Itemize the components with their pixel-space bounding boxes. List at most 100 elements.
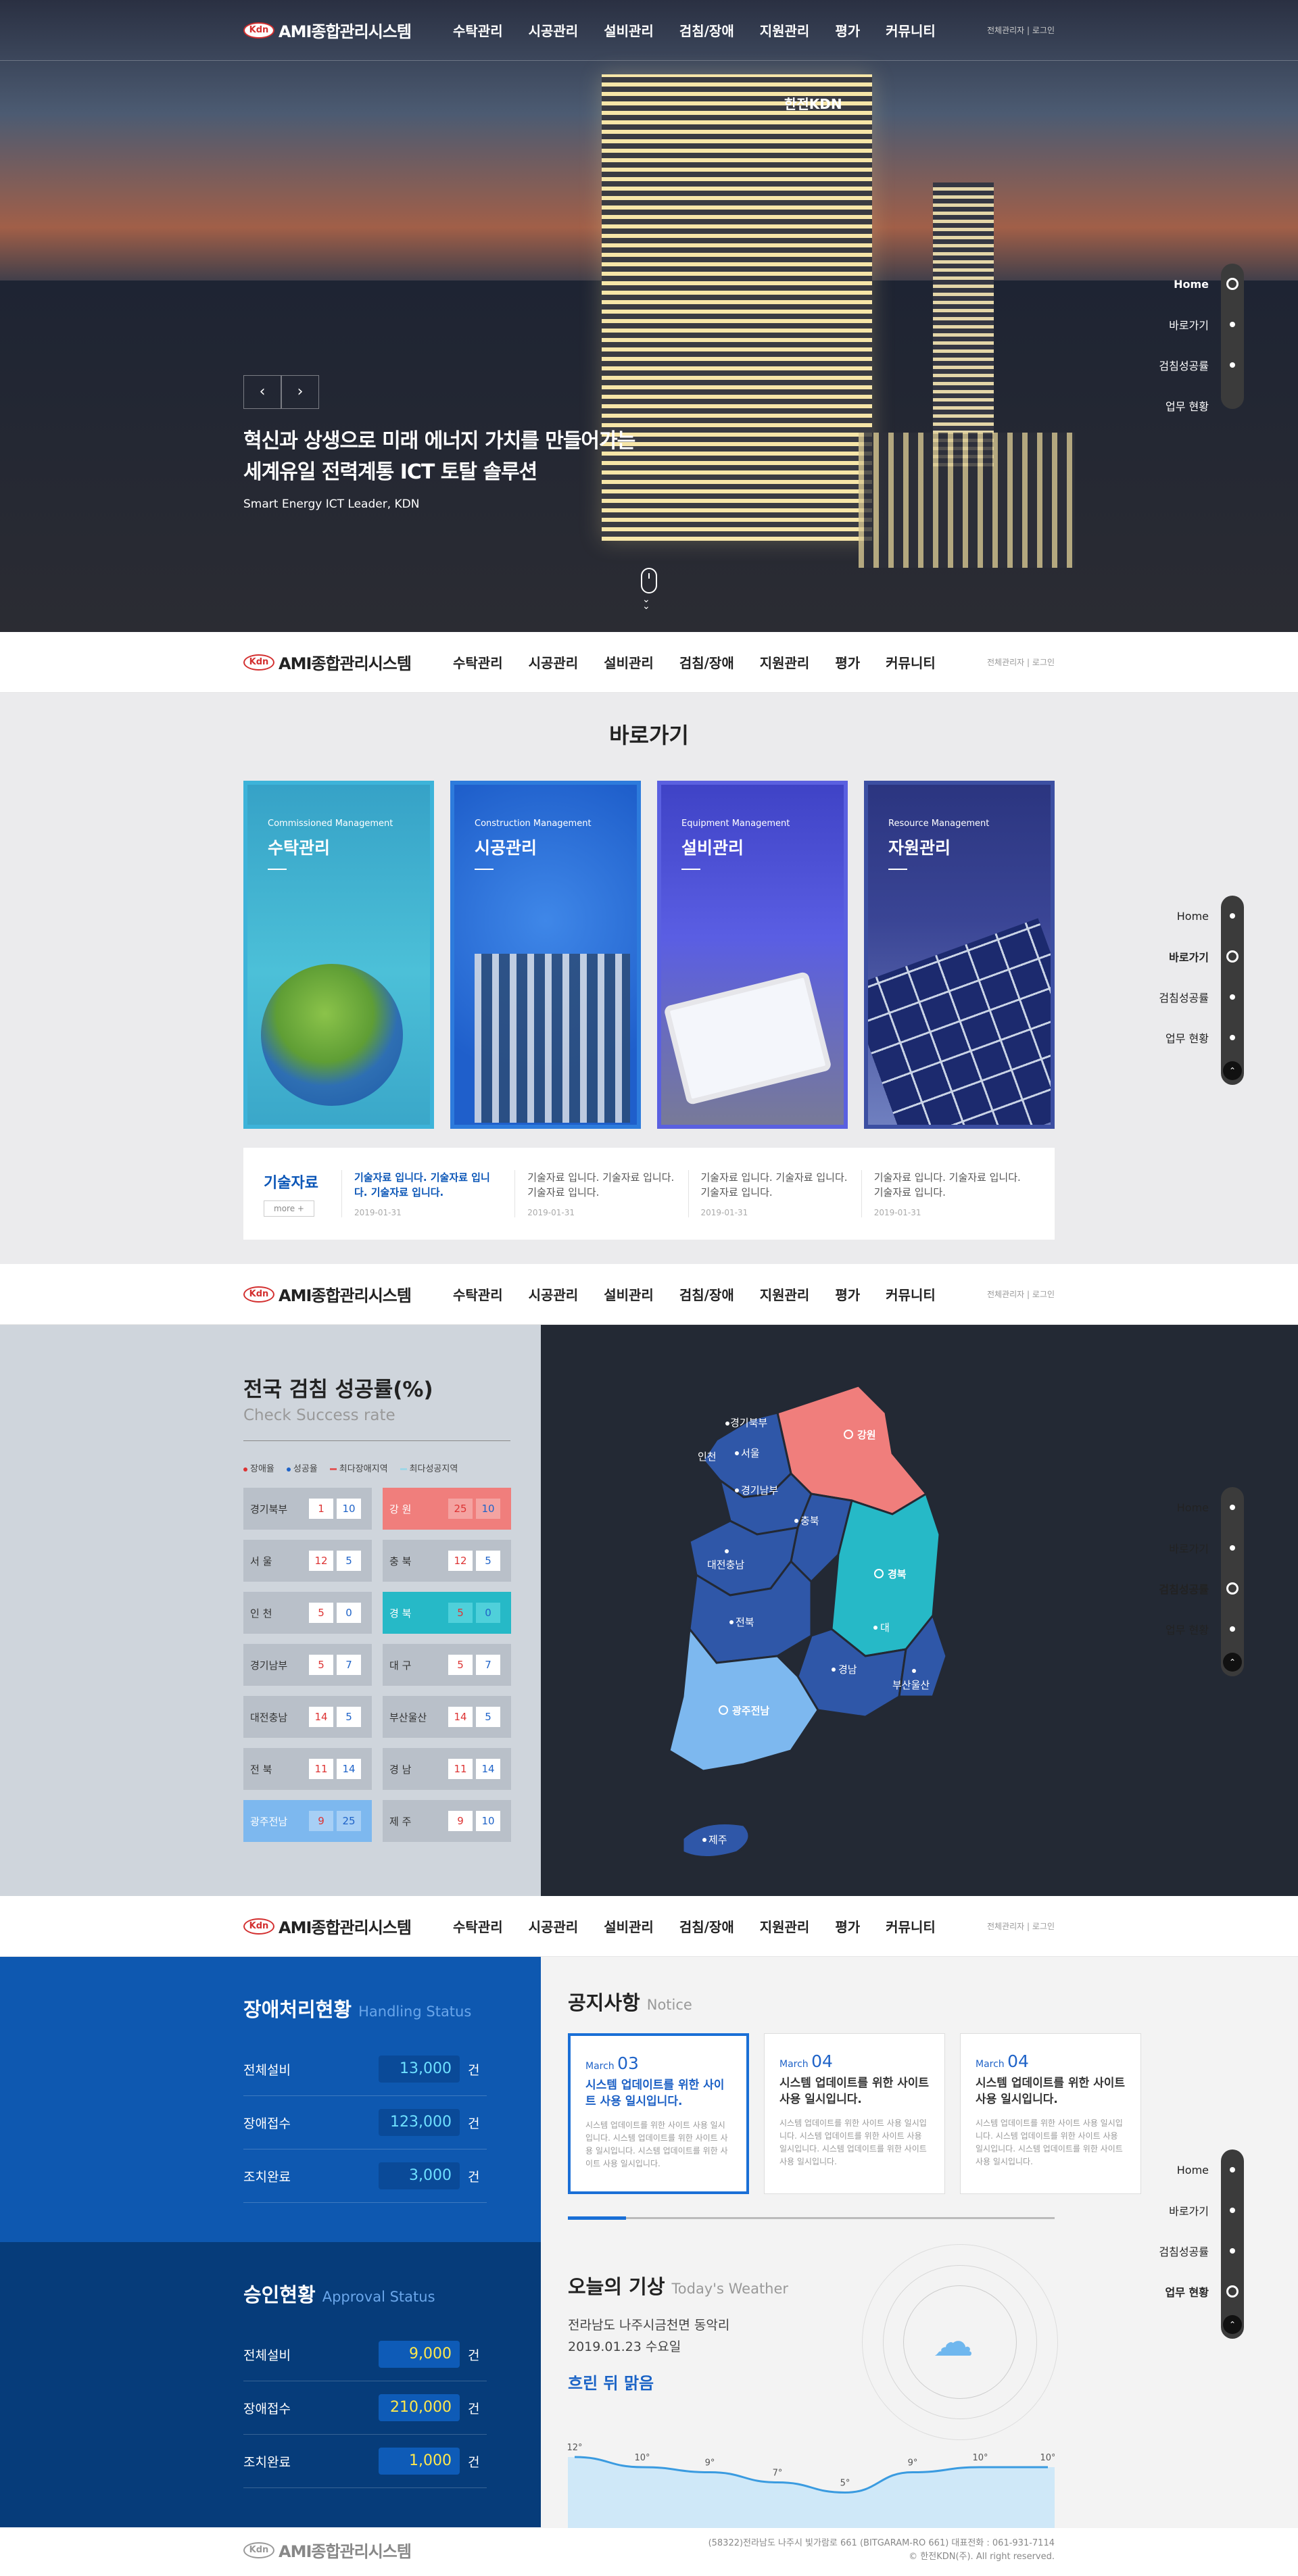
check-subtitle: Check Success rate xyxy=(243,1407,395,1424)
side-nav-dot[interactable] xyxy=(1230,2248,1235,2254)
scroll-mouse-icon[interactable] xyxy=(641,568,657,593)
side-nav-dot[interactable] xyxy=(1230,2167,1235,2172)
notice-card[interactable]: March 03 시스템 업데이트를 위한 사이트 사용 일시입니다. 시스템 … xyxy=(568,2033,749,2194)
util-links[interactable]: 전체관리자 | 로그인 xyxy=(987,1920,1055,1932)
notice-card[interactable]: March 04 시스템 업데이트를 위한 사이트 사용 일시입니다. 시스템 … xyxy=(764,2033,945,2194)
notice-card-body: 시스템 업데이트를 위한 사이트 사용 일시입니다. 시스템 업데이트를 위한 … xyxy=(976,2118,1123,2166)
tech-doc-item[interactable]: 기술자료 입니다. 기술자료 입니다. 기술자료 입니다. 2019-01-31 xyxy=(861,1170,1034,1217)
menu-item-community[interactable]: 커뮤니티 xyxy=(886,20,936,40)
logo[interactable]: Kdn AMI종합관리시스템 xyxy=(243,650,453,674)
more-button[interactable]: more + xyxy=(264,1200,314,1217)
menu-item-commission[interactable]: 수탁관리 xyxy=(453,1284,503,1304)
side-nav-dot-active[interactable] xyxy=(1226,1582,1239,1595)
side-nav-dot-active[interactable] xyxy=(1226,950,1239,963)
region-cell[interactable]: 경기남부 5 7 xyxy=(243,1644,372,1686)
region-cell[interactable]: 강 원 25 10 xyxy=(383,1488,511,1530)
tech-docs-list: 기술자료 입니다. 기술자료 입니다. 기술자료 입니다. 2019-01-31… xyxy=(341,1170,1034,1217)
prev-slide-button[interactable]: ‹ xyxy=(243,375,281,409)
tech-doc-item[interactable]: 기술자료 입니다. 기술자료 입니다. 기술자료 입니다. 2019-01-31 xyxy=(514,1170,688,1217)
success-rate: 7 xyxy=(337,1655,361,1675)
failure-rate: 5 xyxy=(448,1655,473,1675)
notice-title-en: Notice xyxy=(646,1997,692,2013)
menu-item-metering[interactable]: 검침/장애 xyxy=(679,20,734,40)
menu-item-metering[interactable]: 검침/장애 xyxy=(679,1916,734,1936)
logo[interactable]: Kdn AMI종합관리시스템 xyxy=(243,1914,453,1938)
menu-item-commission[interactable]: 수탁관리 xyxy=(453,20,503,40)
main-menu: 수탁관리 시공관리 설비관리 검침/장애 지원관리 평가 커뮤니티 xyxy=(453,20,987,40)
tech-doc-item[interactable]: 기술자료 입니다. 기술자료 입니다. 기술자료 입니다. 2019-01-31 xyxy=(688,1170,861,1217)
region-cell[interactable]: 제 주 9 10 xyxy=(383,1800,511,1842)
menu-item-community[interactable]: 커뮤니티 xyxy=(886,652,936,672)
region-cell[interactable]: 서 울 12 5 xyxy=(243,1540,372,1582)
region-cell[interactable]: 경 북 50 xyxy=(383,1592,511,1634)
side-nav-dot[interactable] xyxy=(1230,322,1235,327)
menu-item-equipment[interactable]: 설비관리 xyxy=(604,1916,654,1936)
success-rate: 5 xyxy=(337,1707,361,1727)
menu-item-evaluation[interactable]: 평가 xyxy=(835,652,860,672)
title-divider xyxy=(243,1440,510,1441)
side-nav-dot-active[interactable] xyxy=(1226,278,1239,290)
quick-card-resource[interactable]: Resource Management 자원관리 xyxy=(864,781,1055,1129)
map-label-gyeonggi-north: 경기북부 xyxy=(730,1417,767,1429)
menu-item-construction[interactable]: 시공관리 xyxy=(529,652,579,672)
region-cell[interactable]: 전 북 11 14 xyxy=(243,1748,372,1790)
menu-item-support[interactable]: 지원관리 xyxy=(760,1916,810,1936)
region-cell[interactable]: 부산울산 14 5 xyxy=(383,1696,511,1738)
util-links[interactable]: 전체관리자 | 로그인 xyxy=(987,24,1055,36)
menu-item-equipment[interactable]: 설비관리 xyxy=(604,20,654,40)
side-nav-dot[interactable] xyxy=(1230,362,1235,368)
side-nav-dot[interactable] xyxy=(1230,2208,1235,2213)
region-cell[interactable]: 광주전남 9 25 xyxy=(243,1800,372,1842)
util-links[interactable]: 전체관리자 | 로그인 xyxy=(987,1288,1055,1300)
util-links[interactable]: 전체관리자 | 로그인 xyxy=(987,656,1055,668)
menu-item-evaluation[interactable]: 평가 xyxy=(835,1284,860,1304)
footer-logo[interactable]: Kdn AMI종합관리시스템 xyxy=(243,2538,453,2562)
partly-cloudy-icon: ☁ xyxy=(933,2318,974,2366)
card-divider xyxy=(475,869,494,870)
menu-item-construction[interactable]: 시공관리 xyxy=(529,1284,579,1304)
menu-item-equipment[interactable]: 설비관리 xyxy=(604,1284,654,1304)
kdn-logo-icon: Kdn xyxy=(243,1918,274,1935)
region-cell[interactable]: 대 구 57 xyxy=(383,1644,511,1686)
region-cell[interactable]: 인 천 50 xyxy=(243,1592,372,1634)
menu-item-commission[interactable]: 수탁관리 xyxy=(453,652,503,672)
logo[interactable]: Kdn AMI종합관리시스템 xyxy=(243,18,453,42)
work-status-section: 장애처리현황 Handling Status 전체설비 13,000 건 장애접수 12… xyxy=(0,1957,1298,2528)
menu-item-metering[interactable]: 검침/장애 xyxy=(679,652,734,672)
notice-progress-bar[interactable] xyxy=(568,2216,1055,2220)
menu-item-construction[interactable]: 시공관리 xyxy=(529,20,579,40)
region-cell[interactable]: 경기북부 1 10 xyxy=(243,1488,372,1530)
menu-item-evaluation[interactable]: 평가 xyxy=(835,20,860,40)
scroll-top-icon[interactable]: ⌃ xyxy=(1223,1653,1242,1672)
menu-item-support[interactable]: 지원관리 xyxy=(760,652,810,672)
next-slide-button[interactable]: › xyxy=(281,375,319,409)
quick-card-equipment[interactable]: Equipment Management 설비관리 xyxy=(657,781,848,1129)
tech-doc-item[interactable]: 기술자료 입니다. 기술자료 입니다. 기술자료 입니다. 2019-01-31 xyxy=(341,1170,514,1217)
menu-item-equipment[interactable]: 설비관리 xyxy=(604,652,654,672)
region-cell[interactable]: 대전충남 14 5 xyxy=(243,1696,372,1738)
status-key: 장애접수 xyxy=(243,2401,291,2416)
logo[interactable]: Kdn AMI종합관리시스템 xyxy=(243,1282,453,1306)
region-cell[interactable]: 충 북 12 5 xyxy=(383,1540,511,1582)
scroll-top-icon[interactable]: ⌃ xyxy=(1223,1061,1242,1080)
menu-item-support[interactable]: 지원관리 xyxy=(760,1284,810,1304)
menu-item-community[interactable]: 커뮤니티 xyxy=(886,1284,936,1304)
side-nav-dot[interactable] xyxy=(1230,1035,1235,1040)
side-nav-dot[interactable] xyxy=(1230,1626,1235,1632)
menu-item-support[interactable]: 지원관리 xyxy=(760,20,810,40)
side-nav-dot[interactable] xyxy=(1230,1545,1235,1551)
menu-item-evaluation[interactable]: 평가 xyxy=(835,1916,860,1936)
side-nav-dot[interactable] xyxy=(1230,913,1235,919)
scroll-top-icon[interactable]: ⌃ xyxy=(1223,2315,1242,2334)
notice-card[interactable]: March 04 시스템 업데이트를 위한 사이트 사용 일시입니다. 시스템 … xyxy=(960,2033,1141,2194)
quick-card-construction[interactable]: Construction Management 시공관리 xyxy=(450,781,641,1129)
menu-item-metering[interactable]: 검침/장애 xyxy=(679,1284,734,1304)
menu-item-community[interactable]: 커뮤니티 xyxy=(886,1916,936,1936)
menu-item-construction[interactable]: 시공관리 xyxy=(529,1916,579,1936)
quick-card-commission[interactable]: Commissioned Management 수탁관리 xyxy=(243,781,434,1129)
region-cell[interactable]: 경 남 11 14 xyxy=(383,1748,511,1790)
side-nav-dot[interactable] xyxy=(1230,1505,1235,1510)
side-nav-dot-active[interactable] xyxy=(1226,2285,1239,2298)
side-nav-dot[interactable] xyxy=(1230,994,1235,1000)
menu-item-commission[interactable]: 수탁관리 xyxy=(453,1916,503,1936)
